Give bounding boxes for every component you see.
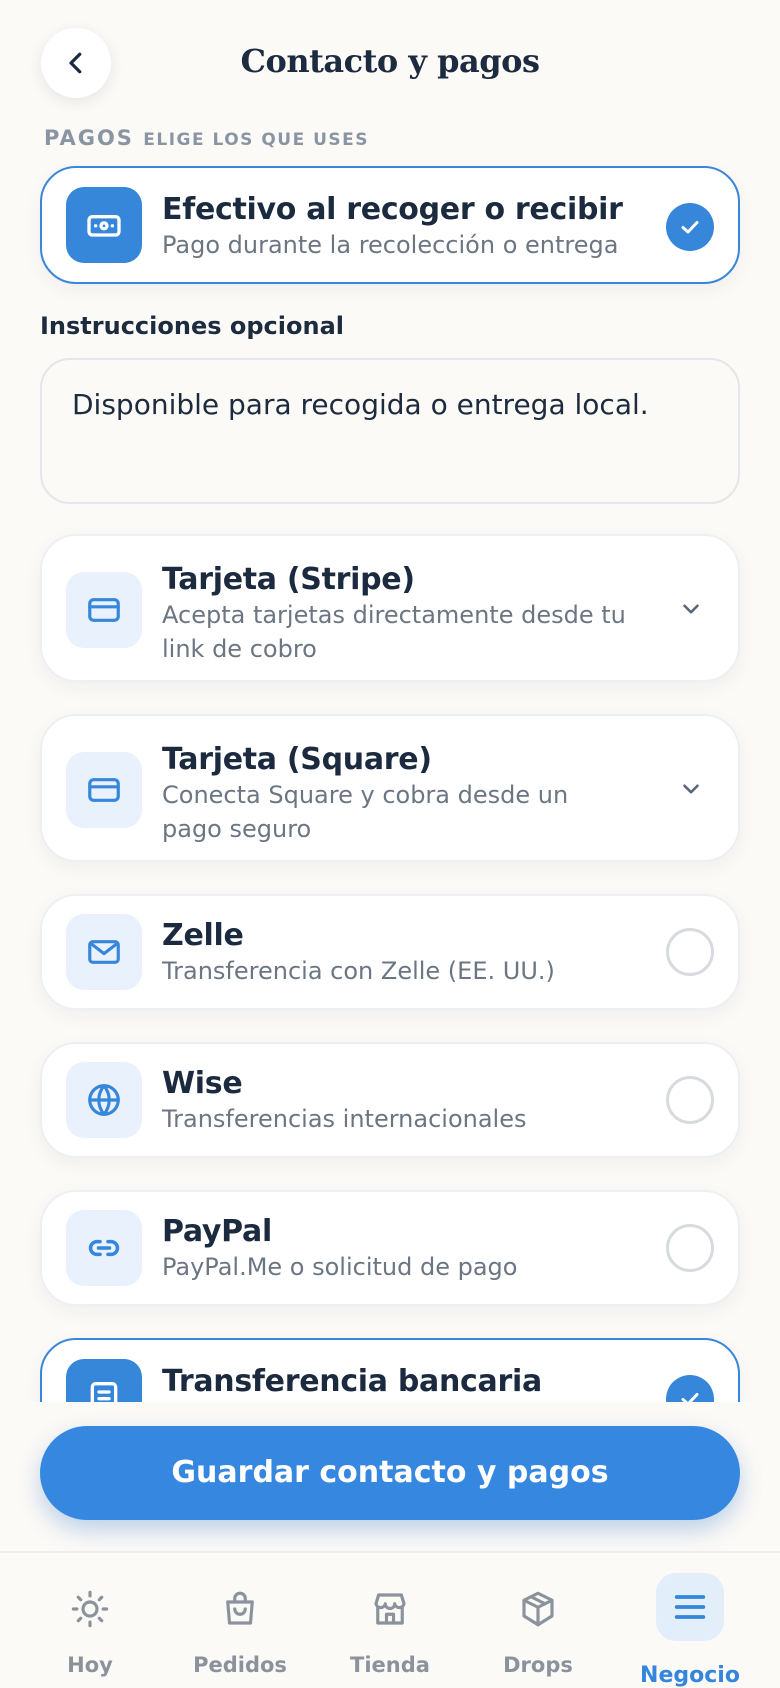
box-icon [516,1587,560,1631]
expand-chevron[interactable] [678,596,704,622]
selected-check[interactable] [666,203,714,251]
tab-negocio[interactable]: Negocio [620,1553,760,1688]
payments-sublabel: ELIGE LOS QUE USES [143,130,370,150]
sun-icon [68,1587,112,1631]
payment-method-subtitle: Transferencia con Zelle (EE. UU.) [162,957,555,985]
payment-methods-list[interactable]: Efectivo al recoger o recibir Pago duran… [0,160,780,1402]
chevron-down-icon [683,784,699,794]
expand-chevron[interactable] [678,776,704,802]
payment-method-zelle[interactable]: Zelle Transferencia con Zelle (EE. UU.) [40,894,740,1010]
payment-method-cash[interactable]: Efectivo al recoger o recibir Pago duran… [40,166,740,284]
chevron-down-icon [683,604,699,614]
payment-method-title: Zelle [162,918,244,953]
payment-method-title: PayPal [162,1214,272,1249]
payments-label: PAGOS [44,126,134,150]
selected-check[interactable] [666,1375,714,1402]
bottom-tab-bar: Hoy Pedidos Tienda Drops Negocio [0,1551,780,1688]
header: Contacto y pagos [0,0,780,130]
shopping-bag-icon [218,1587,262,1631]
select-radio[interactable] [666,1224,714,1272]
check-icon [681,1393,699,1402]
payment-method-title: Tarjeta (Square) [162,742,432,777]
payment-method-title: Transferencia bancaria [162,1364,542,1399]
payment-method-title: Efectivo al recoger o recibir [162,192,623,227]
payment-method-title: Tarjeta (Stripe) [162,562,415,597]
tab-label: Hoy [67,1653,113,1677]
credit-card-icon [88,598,120,622]
cash-icon [87,215,121,237]
link-icon [88,1239,120,1257]
globe-icon [88,1084,120,1116]
tab-label: Pedidos [193,1653,287,1677]
payment-method-subtitle: Acepta tarjetas directamente desde tu li… [162,601,626,663]
payment-method-subtitle: Transferencias internacionales [162,1105,527,1133]
link-icon-box [66,1210,142,1286]
payments-section-label: PAGOS ELIGE LOS QUE USES [44,126,369,150]
globe-icon-box [66,1062,142,1138]
bank-icon-box [66,1359,142,1402]
save-contact-payments-button[interactable]: Guardar contacto y pagos [40,1426,740,1520]
select-radio[interactable] [666,1076,714,1124]
tab-pedidos[interactable]: Pedidos [170,1553,310,1688]
mail-icon-box [66,914,142,990]
payment-method-square[interactable]: Tarjeta (Square) Conecta Square y cobra … [40,714,740,862]
payment-method-paypal[interactable]: PayPal PayPal.Me o solicitud de pago [40,1190,740,1306]
tab-label: Negocio [640,1663,740,1688]
menu-icon [668,1585,712,1629]
mail-icon [88,940,120,964]
instructions-input[interactable]: Disponible para recogida o entrega local… [40,358,740,504]
tab-label: Drops [503,1653,573,1677]
payment-method-subtitle: Conecta Square y cobra desde un pago seg… [162,781,569,843]
instructions-label: Instrucciones opcional [40,312,344,340]
card-icon-box [66,572,142,648]
tab-tienda[interactable]: Tienda [320,1553,460,1688]
tab-drops[interactable]: Drops [468,1553,608,1688]
payment-method-wise[interactable]: Wise Transferencias internacionales [40,1042,740,1158]
payment-method-bank[interactable]: Transferencia bancaria [40,1338,740,1402]
tab-label: Tienda [350,1653,430,1677]
page-title: Contacto y pagos [240,42,540,80]
bank-icon [90,1382,118,1402]
payment-method-title: Wise [162,1066,243,1101]
cash-icon-box [66,187,142,263]
tab-hoy[interactable]: Hoy [20,1553,160,1688]
payment-method-subtitle: PayPal.Me o solicitud de pago [162,1253,518,1281]
select-radio[interactable] [666,928,714,976]
store-icon [368,1587,412,1631]
credit-card-icon [88,778,120,802]
payment-method-stripe[interactable]: Tarjeta (Stripe) Acepta tarjetas directa… [40,534,740,682]
payment-method-subtitle: Pago durante la recolección o entrega [162,231,619,259]
card-icon-box [66,752,142,828]
check-icon [681,221,699,234]
